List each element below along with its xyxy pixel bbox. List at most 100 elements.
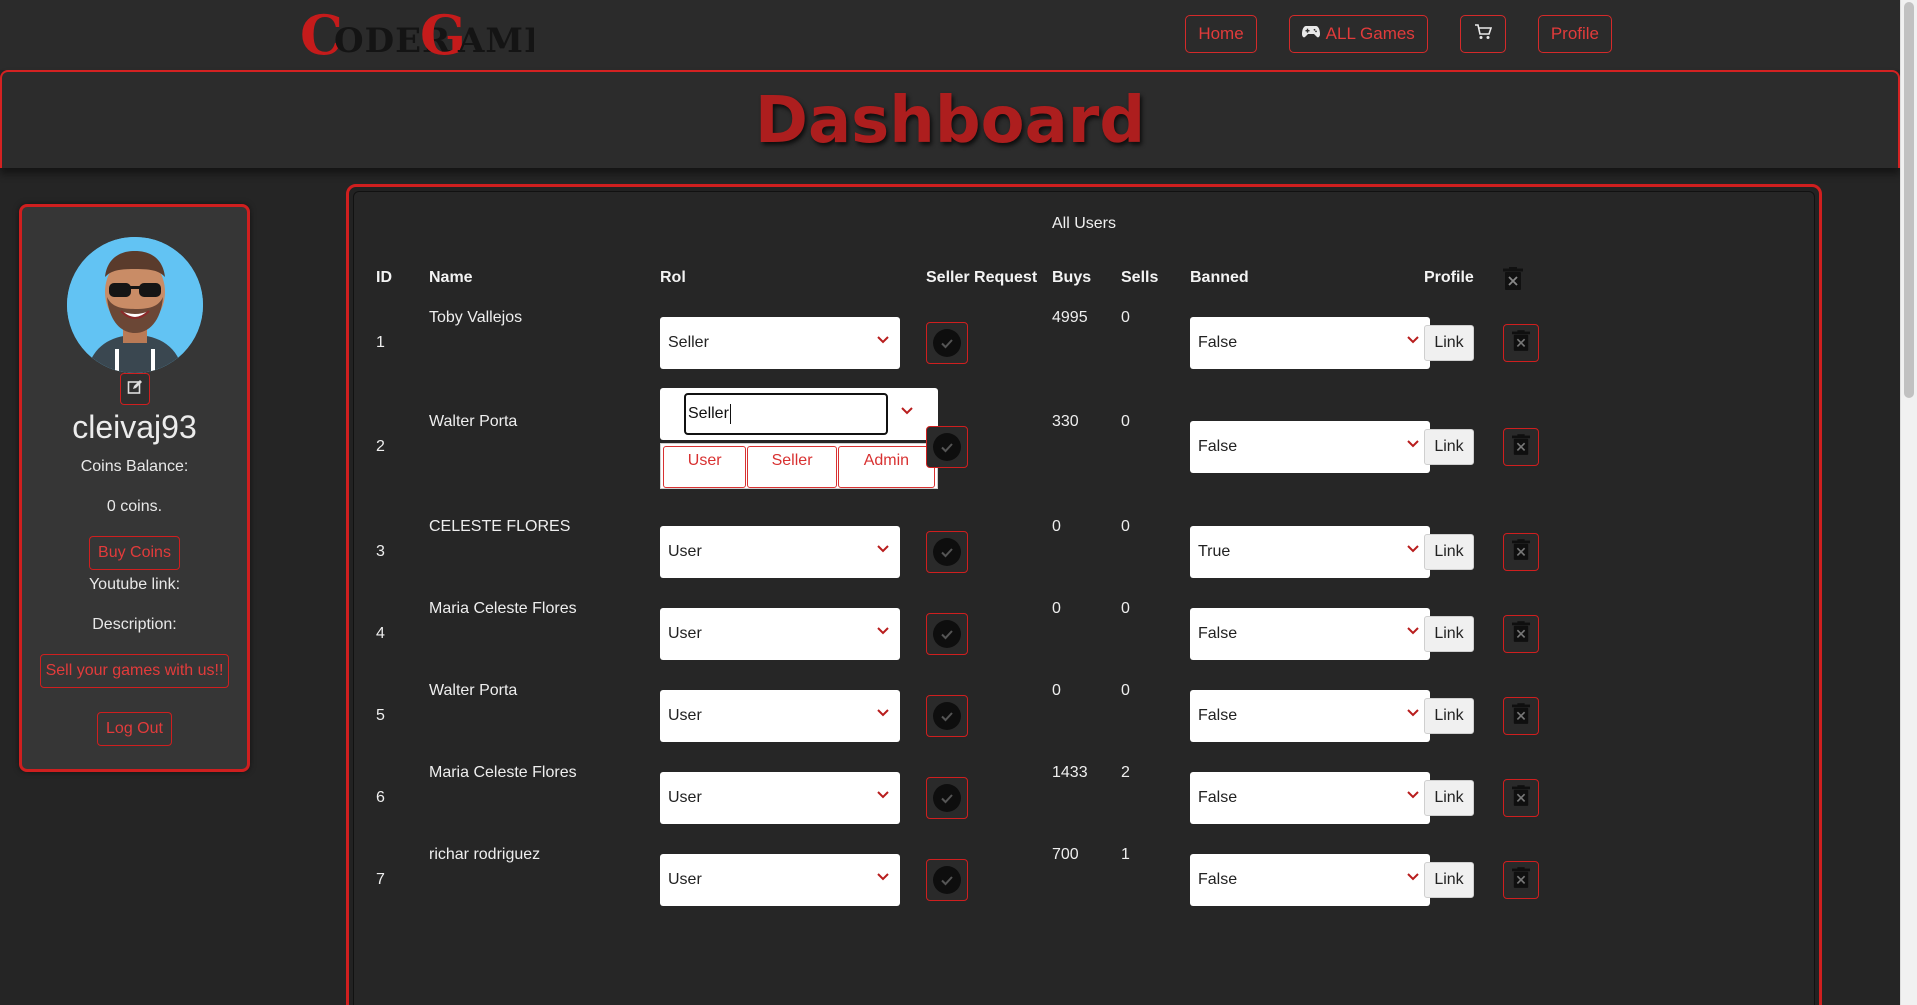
cell-id: 2 [376,438,385,455]
scrollbar-thumb[interactable] [1904,2,1914,398]
rol-select[interactable]: User [660,690,900,742]
coins-balance-label: Coins Balance: [80,458,189,475]
delete-user-button[interactable] [1503,428,1539,466]
banned-select[interactable]: False [1190,421,1430,473]
banned-select[interactable]: False [1190,772,1430,824]
seller-request-button[interactable] [926,695,968,737]
trash-icon [1512,539,1530,565]
cell-name: Walter Porta [429,413,518,430]
rol-select-value: Seller [668,334,709,351]
check-icon [933,866,961,894]
table-row: 2 Walter Porta Seller User Seller Admin 330 0 Fa… [353,388,1815,489]
cart-button[interactable] [1459,15,1506,53]
rol-select-value: User [668,707,702,724]
cell-sells: 2 [1121,764,1130,781]
header-rol: Rol [660,269,686,286]
cell-buys: 0 [1052,518,1061,535]
profile-link-button[interactable]: Link [1424,698,1474,734]
rol-select-value: User [668,625,702,642]
rol-select[interactable]: User [660,526,900,578]
rol-options: User Seller Admin [660,443,938,489]
logout-button[interactable]: Log Out [97,712,172,746]
cell-name: CELESTE FLORES [429,518,571,535]
rol-select-open[interactable]: Seller [660,388,938,440]
coins-balance-value: 0 coins. [106,498,163,515]
table-row: 4 Maria Celeste Flores User 0 0 False Link [353,600,1815,668]
banned-select[interactable]: True [1190,526,1430,578]
cell-name: Toby Vallejos [429,309,523,326]
seller-request-button[interactable] [926,777,968,819]
table-row: 7 richar rodriguez User 700 1 False Link [353,846,1815,914]
header-seller-request: Seller Request [926,269,1038,286]
header-name: Name [429,269,473,286]
profile-link-button[interactable]: Link [1424,862,1474,898]
rol-option-admin[interactable]: Admin [837,446,936,488]
delete-user-button[interactable] [1503,324,1539,362]
seller-request-button[interactable] [926,613,968,655]
trash-icon [1512,434,1530,460]
cell-buys: 330 [1052,413,1079,430]
seller-request-button[interactable] [926,531,968,573]
delete-user-button[interactable] [1503,861,1539,899]
seller-request-button[interactable] [926,859,968,901]
check-icon [933,620,961,648]
page-scrollbar[interactable] [1900,0,1917,1005]
buy-coins-button[interactable]: Buy Coins [89,536,180,570]
cell-id: 4 [376,625,385,642]
avatar [66,237,203,373]
check-icon [933,702,961,730]
cell-sells: 0 [1121,682,1130,699]
logo[interactable]: C ODER G AME [300,6,534,66]
delete-user-button[interactable] [1503,697,1539,735]
all-games-label: ALL Games [1325,24,1415,43]
profile-link-button[interactable]: Link [1424,616,1474,652]
description-label: Description: [92,616,177,633]
seller-request-button[interactable] [926,322,968,364]
edit-profile-button[interactable] [119,373,150,405]
delete-all-icon[interactable] [1503,267,1523,295]
rol-option-user[interactable]: User [663,446,747,488]
home-button[interactable]: Home [1185,15,1257,53]
banned-select-value: False [1198,625,1238,642]
profile-link-button[interactable]: Link [1424,780,1474,816]
all-games-button[interactable]: ALL Games [1288,15,1428,53]
check-icon [933,329,961,357]
profile-link-button[interactable]: Link [1424,325,1474,361]
table-row: 1 Toby Vallejos Seller 4995 0 False Link [353,309,1815,377]
profile-button[interactable]: Profile [1537,15,1612,53]
cell-id: 6 [376,789,385,806]
rol-option-seller[interactable]: Seller [747,446,837,488]
gamepad-icon [1301,24,1320,44]
banned-select-value: True [1198,543,1231,560]
trash-icon [1512,785,1530,811]
table-row: 3 CELESTE FLORES User 0 0 True Link [353,518,1815,586]
cell-id: 5 [376,707,385,724]
sell-games-button[interactable]: Sell your games with us!! [39,654,230,688]
rol-search-input[interactable]: Seller [684,393,888,435]
rol-select[interactable]: Seller [660,317,900,369]
rol-select-value: User [668,789,702,806]
dashboard-header: Dashboard [0,70,1900,168]
page-title: Dashboard [754,84,1146,158]
banned-select[interactable]: False [1190,317,1430,369]
banned-select-value: False [1198,789,1238,806]
delete-user-button[interactable] [1503,615,1539,653]
rol-select[interactable]: User [660,608,900,660]
header-buys: Buys [1052,269,1092,286]
delete-user-button[interactable] [1503,779,1539,817]
profile-link-button[interactable]: Link [1424,429,1474,465]
rol-select[interactable]: User [660,772,900,824]
delete-user-button[interactable] [1503,533,1539,571]
rol-select[interactable]: User [660,854,900,906]
banned-select[interactable]: False [1190,608,1430,660]
seller-request-button[interactable] [926,426,968,468]
trash-icon [1512,330,1530,356]
cell-buys: 0 [1052,682,1061,699]
profile-card: cleivaj93 Coins Balance: 0 coins. Buy Co… [19,204,250,772]
profile-link-button[interactable]: Link [1424,534,1474,570]
banned-select[interactable]: False [1190,690,1430,742]
cell-id: 7 [376,871,385,888]
edit-icon [127,379,143,399]
banned-select[interactable]: False [1190,854,1430,906]
cell-id: 3 [376,543,385,560]
